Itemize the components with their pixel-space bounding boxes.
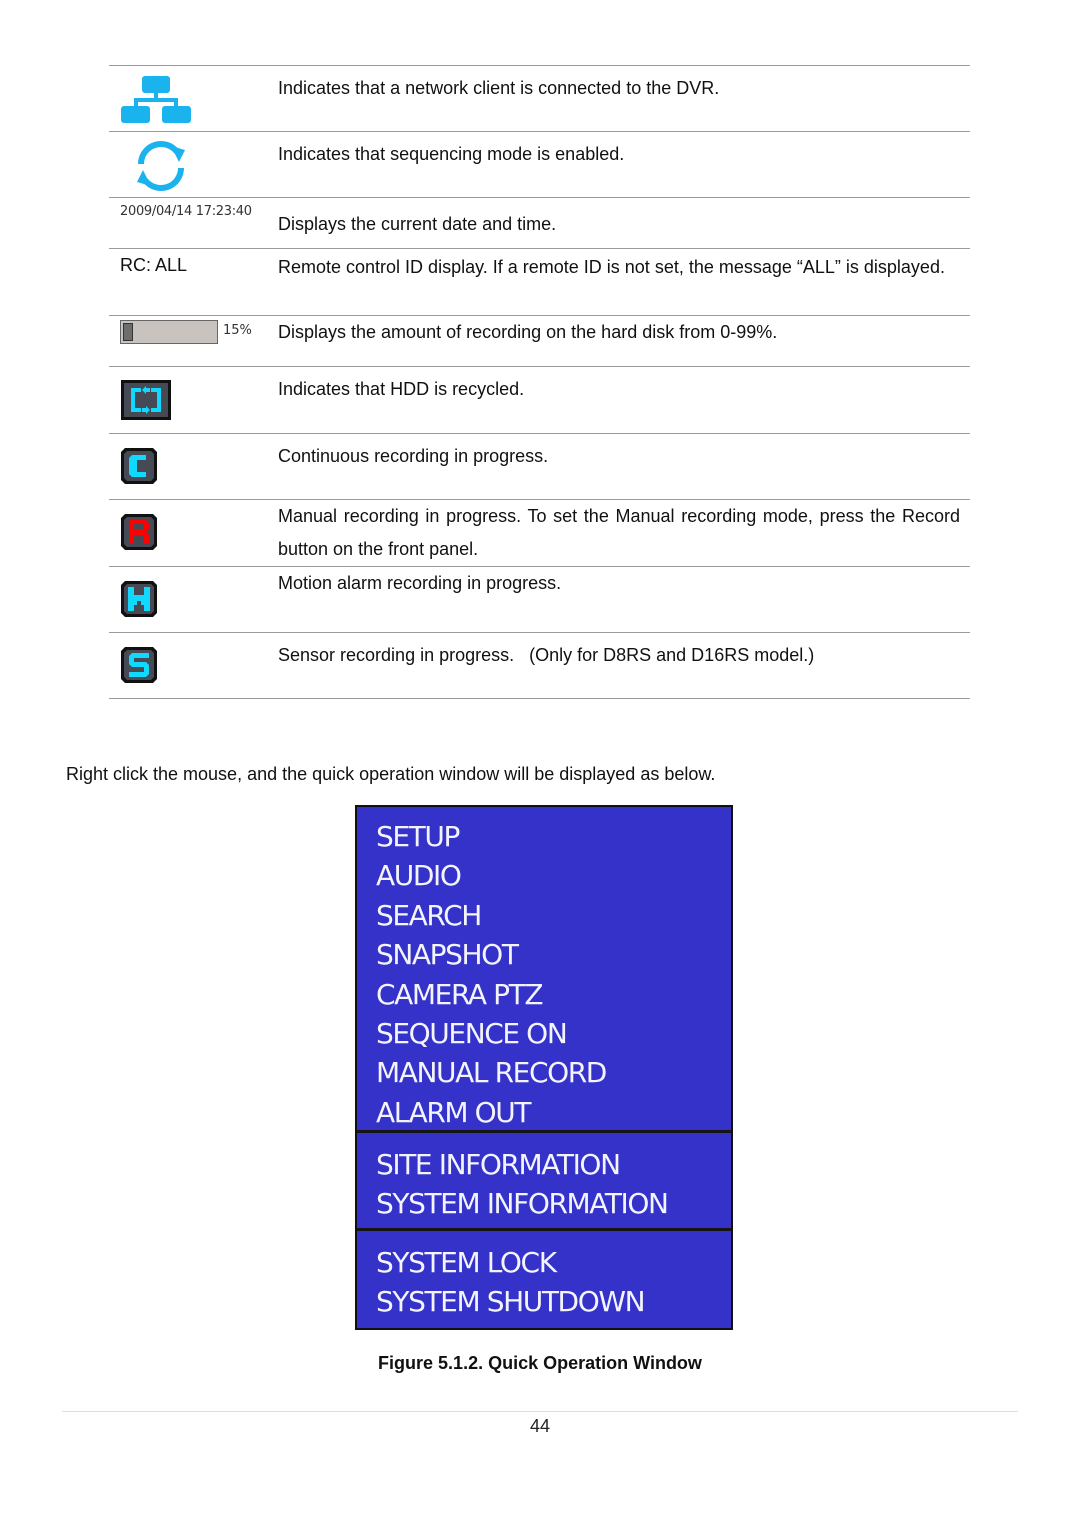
table-row: RC: ALL Remote control ID display. If a … <box>109 248 970 315</box>
row-description: Indicates that a network client is conne… <box>278 78 720 98</box>
continuous-recording-icon <box>121 448 157 484</box>
table-row: Indicates that a network client is conne… <box>109 65 970 131</box>
sensor-recording-icon <box>121 647 157 683</box>
table-row: Indicates that HDD is recycled. <box>109 366 970 433</box>
menu-item-setup[interactable]: SETUP <box>357 817 731 856</box>
menu-item-manual-record[interactable]: MANUAL RECORD <box>357 1053 731 1092</box>
row-description: Displays the current date and time. <box>278 214 557 234</box>
table-row: Sensor recording in progress. (Only for … <box>109 632 970 699</box>
table-row: Motion alarm recording in progress. <box>109 566 970 632</box>
row-description: Manual recording in progress. To set the… <box>278 506 960 559</box>
menu-item-snapshot[interactable]: SNAPSHOT <box>357 935 731 974</box>
sequence-icon <box>137 141 185 191</box>
figure-caption: Figure 5.1.2. Quick Operation Window <box>378 1353 702 1373</box>
datetime-display: 2009/04/14 17:23:40 <box>120 204 252 219</box>
footer-divider <box>62 1411 1018 1412</box>
menu-section-operations: SETUP AUDIO SEARCH SNAPSHOT CAMERA PTZ S… <box>357 807 731 1133</box>
page-number: 44 <box>529 1416 551 1436</box>
table-row: 15% Displays the amount of recording on … <box>109 315 970 366</box>
hdd-usage-percent: 15% <box>223 323 252 338</box>
menu-item-camera-ptz[interactable]: CAMERA PTZ <box>357 975 731 1014</box>
menu-item-system-shutdown[interactable]: SYSTEM SHUTDOWN <box>357 1282 731 1321</box>
remote-id-display: RC: ALL <box>120 255 188 275</box>
table-row: Continuous recording in progress. <box>109 433 970 499</box>
hdd-usage-fill <box>123 323 134 341</box>
menu-item-system-lock[interactable]: SYSTEM LOCK <box>357 1243 731 1282</box>
menu-item-search[interactable]: SEARCH <box>357 896 731 935</box>
row-description: Motion alarm recording in progress. <box>278 573 562 593</box>
menu-item-audio[interactable]: AUDIO <box>357 856 731 895</box>
table-row: Indicates that sequencing mode is enable… <box>109 131 970 197</box>
motion-recording-icon <box>121 581 157 617</box>
menu-section-information: SITE INFORMATION SYSTEM INFORMATION <box>357 1133 731 1231</box>
network-client-icon <box>121 76 191 123</box>
hdd-recycle-icon <box>121 380 171 420</box>
status-icon-table: Indicates that a network client is conne… <box>109 65 970 699</box>
row-description: Remote control ID display. If a remote I… <box>278 257 945 277</box>
manual-recording-icon <box>121 514 157 550</box>
menu-item-system-information[interactable]: SYSTEM INFORMATION <box>357 1184 731 1223</box>
menu-section-system: SYSTEM LOCK SYSTEM SHUTDOWN <box>357 1231 731 1328</box>
table-row: 2009/04/14 17:23:40 Displays the current… <box>109 197 970 248</box>
menu-item-alarm-out[interactable]: ALARM OUT <box>357 1093 731 1132</box>
row-description: Sensor recording in progress. (Only for … <box>278 645 815 665</box>
intro-paragraph: Right click the mouse, and the quick ope… <box>66 764 716 784</box>
hdd-usage-bar <box>120 320 218 344</box>
menu-item-site-information[interactable]: SITE INFORMATION <box>357 1145 731 1184</box>
row-description: Displays the amount of recording on the … <box>278 322 778 342</box>
row-description: Indicates that sequencing mode is enable… <box>278 144 625 164</box>
menu-item-sequence-on[interactable]: SEQUENCE ON <box>357 1014 731 1053</box>
table-row: Manual recording in progress. To set the… <box>109 499 970 566</box>
row-description: Continuous recording in progress. <box>278 446 549 466</box>
quick-operation-menu: SETUP AUDIO SEARCH SNAPSHOT CAMERA PTZ S… <box>355 805 733 1330</box>
row-description: Indicates that HDD is recycled. <box>278 379 525 399</box>
